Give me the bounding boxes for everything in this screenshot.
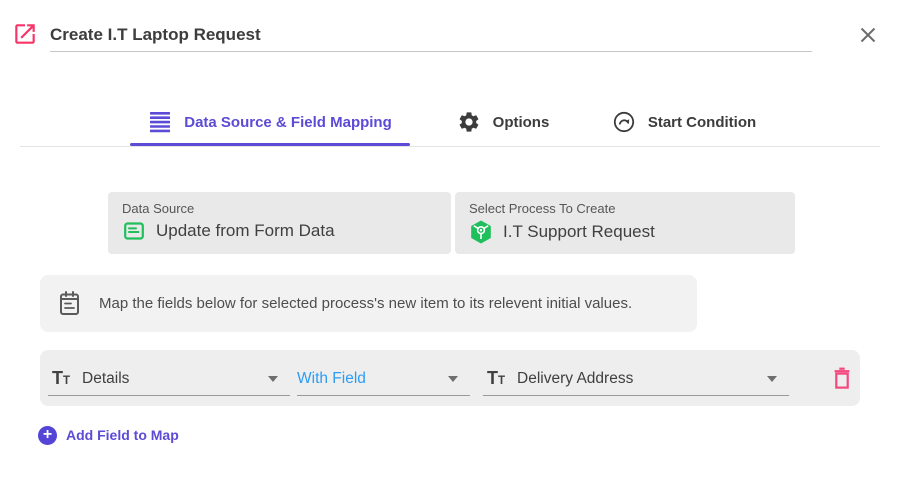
chevron-down-icon: [448, 376, 458, 382]
plus-circle-icon: +: [38, 426, 57, 445]
process-hexagon-icon: [469, 219, 493, 245]
chevron-down-icon: [268, 376, 278, 382]
trash-icon[interactable]: [830, 365, 854, 391]
chevron-down-icon: [767, 376, 777, 382]
add-field-label: Add Field to Map: [66, 427, 179, 443]
tab-start-condition[interactable]: Start Condition: [598, 100, 770, 144]
operator-value: With Field: [297, 370, 366, 388]
operator-select[interactable]: With Field: [297, 362, 470, 396]
mapping-info-text: Map the fields below for selected proces…: [99, 295, 632, 312]
source-field-select[interactable]: TT Details: [48, 362, 290, 396]
target-field-select[interactable]: TT Delivery Address: [483, 362, 789, 396]
data-source-select[interactable]: Data Source Update from Form Data: [108, 192, 451, 254]
source-field-value: Details: [82, 370, 129, 388]
circular-arrow-icon: [612, 110, 636, 134]
tab-data-source-field-mapping[interactable]: Data Source & Field Mapping: [130, 100, 410, 144]
tab-options[interactable]: Options: [448, 100, 558, 144]
text-type-icon: TT: [487, 369, 505, 388]
tab-label: Data Source & Field Mapping: [184, 114, 392, 131]
gear-icon: [457, 110, 481, 134]
mapping-info-bar: Map the fields below for selected proces…: [40, 275, 697, 332]
field-mapping-row: TT Details With Field TT Delivery Addres…: [40, 350, 860, 406]
reorder-lines-icon: [148, 111, 172, 133]
data-source-label: Data Source: [122, 201, 437, 216]
dialog-title-input[interactable]: [50, 18, 812, 52]
tabs-divider: [20, 146, 880, 147]
process-to-create-select[interactable]: Select Process To Create I.T Support Req…: [455, 192, 795, 254]
form-document-icon: [122, 219, 146, 243]
tab-label: Options: [493, 114, 550, 131]
tab-label: Start Condition: [648, 114, 756, 131]
clipboard-note-icon: [58, 290, 81, 317]
process-to-create-label: Select Process To Create: [469, 201, 781, 216]
open-in-new-icon[interactable]: [12, 21, 38, 47]
process-to-create-value: I.T Support Request: [503, 222, 655, 242]
text-type-icon: TT: [52, 369, 70, 388]
add-field-to-map-button[interactable]: + Add Field to Map: [38, 424, 179, 446]
data-source-value: Update from Form Data: [156, 221, 335, 241]
target-field-value: Delivery Address: [517, 370, 633, 388]
create-process-dialog: Data Source & Field Mapping Options Star…: [0, 0, 900, 478]
close-icon[interactable]: [855, 22, 881, 48]
